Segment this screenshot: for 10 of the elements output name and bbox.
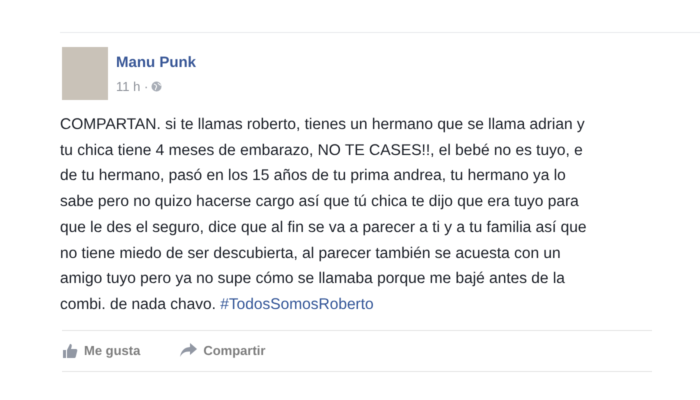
like-button[interactable]: Me gusta [62, 340, 150, 360]
post-time[interactable]: 11 h · [116, 77, 148, 96]
author-name[interactable]: Manu Punk [116, 53, 196, 73]
post-text: COMPARTAN. si te llamas roberto, tienes un hermano que se llama adrian y tu chica tiene 4 meses de embarazo, NO TE CASES!!, el bebé no es tuyo, e de tu hermano, pasó en los 15 años de tu prima andrea, tu hermano ya lo sabe pero no quizo hacerse cargo así que tú chica te dijo que era tuyo para que le des el seguro, dice que al fin se va a parecer a ti y a tu familia así que no tiene miedo de ser descubierta, al parecer también se acuesta con un amigo tuyo pero ya no supe cómo se llamaba porque me bajé antes de la combi. de nada chavo. #TodosSomosRoberto [60, 115, 588, 315]
thumbs-up-icon [62, 342, 78, 359]
globe-icon [151, 81, 162, 92]
share-arrow-icon [180, 343, 198, 358]
share-button[interactable]: Compartir [180, 340, 276, 360]
avatar-placeholder [62, 47, 108, 100]
hashtag-link[interactable]: #TodosSomosRoberto [220, 296, 374, 313]
